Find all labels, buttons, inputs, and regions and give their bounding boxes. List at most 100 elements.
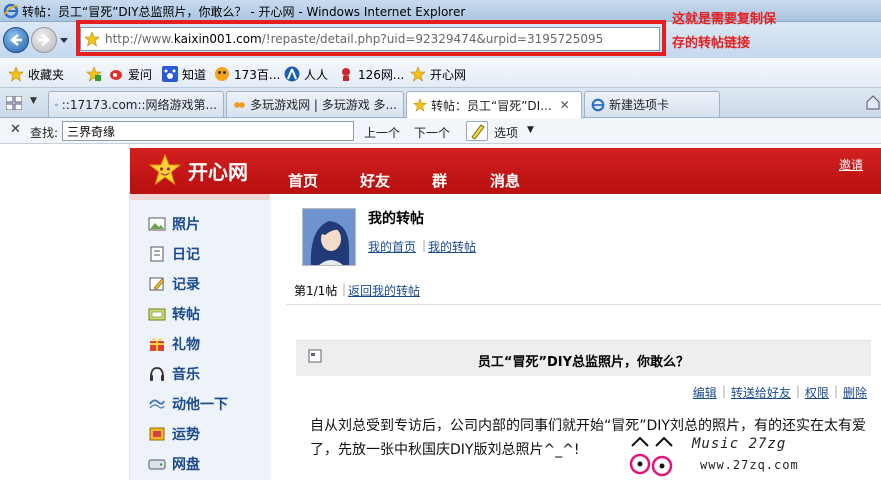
- poke-icon: [149, 399, 165, 409]
- favorite-link-173[interactable]: 173百...: [214, 65, 280, 83]
- action-separator: |: [833, 384, 838, 398]
- star-icon: [8, 66, 24, 82]
- avatar[interactable]: [302, 208, 356, 266]
- my-reposts-link[interactable]: 我的转帖: [428, 238, 476, 255]
- tab-bar: ▼ ::17173.com::网络游戏第... 多玩游戏网 | 多玩游戏 多..…: [0, 88, 881, 118]
- arrow-left-icon: [10, 34, 22, 46]
- favorite-link-renren[interactable]: 人人: [284, 65, 328, 83]
- sidebar-item-photos[interactable]: 照片: [148, 214, 200, 234]
- edit-link[interactable]: 编辑: [693, 384, 717, 401]
- delete-link[interactable]: 删除: [843, 384, 867, 401]
- site-logo[interactable]: 开心网: [148, 154, 248, 186]
- sidebar-item-fortune[interactable]: 运势: [148, 424, 200, 444]
- post-actions: 编辑 | 转送给好友 | 权限 | 删除: [693, 384, 867, 401]
- favorite-link-126[interactable]: 126网...: [338, 65, 404, 83]
- diary-icon: [150, 246, 164, 262]
- close-tab-icon[interactable]: ✕: [560, 98, 570, 112]
- find-options-button[interactable]: 选项: [494, 124, 518, 141]
- pencil-icon: [149, 277, 165, 291]
- home-icon[interactable]: [866, 94, 880, 110]
- find-next-button[interactable]: 下一个: [414, 124, 450, 141]
- site-nav-home[interactable]: 首页: [288, 170, 318, 191]
- close-find-icon[interactable]: ✕: [10, 122, 21, 137]
- send-to-friend-link[interactable]: 转送给好友: [731, 384, 791, 401]
- find-previous-button[interactable]: 上一个: [364, 124, 400, 141]
- add-favorite-button[interactable]: [86, 65, 102, 83]
- gift-icon: [150, 338, 164, 351]
- page-left-margin: [0, 144, 130, 480]
- disk-icon: [148, 459, 166, 470]
- my-home-link[interactable]: 我的首页: [368, 238, 416, 255]
- duowan-icon: [234, 101, 245, 108]
- find-label: 查找:: [30, 126, 59, 140]
- action-separator: |: [721, 384, 726, 398]
- address-bar[interactable]: http://www.kaixin001.com/!repaste/detail…: [80, 27, 660, 51]
- recent-pages-dropdown-icon[interactable]: [60, 36, 68, 44]
- permission-link[interactable]: 权限: [805, 384, 829, 401]
- tab-list-dropdown-icon[interactable]: ▼: [30, 96, 44, 110]
- paw-icon: [162, 66, 178, 82]
- favorite-link-kaixin[interactable]: 开心网: [410, 65, 466, 83]
- tab-17173[interactable]: ::17173.com::网络游戏第...: [48, 91, 224, 117]
- anime-avatar-image: [303, 209, 355, 265]
- link-separator: |: [342, 282, 347, 296]
- forward-button[interactable]: [31, 27, 57, 53]
- link-separator: |: [422, 238, 427, 252]
- sidebar-item-poke[interactable]: 动他一下: [148, 394, 228, 414]
- sidebar: 照片 日记 记录 转帖 礼物 音乐 动他一下 运势 网盘: [130, 200, 270, 480]
- kaixin-star-icon: [148, 154, 182, 186]
- tab-kaixin-repost[interactable]: 转帖：员工“冒死”DI... ✕: [406, 91, 582, 118]
- sidebar-item-reposts[interactable]: 转帖: [148, 304, 200, 324]
- site-nav-groups[interactable]: 群: [432, 170, 447, 191]
- back-button[interactable]: [3, 27, 29, 53]
- post-title: 员工“冒死”DIY总监照片，你敢么？: [477, 355, 690, 370]
- renren-icon: [284, 66, 300, 82]
- page-content: 开心网 首页 好友 群 消息 邀请 照片 日记 记录 转帖 礼物 音乐 动他一下…: [0, 144, 881, 480]
- pencil-icon[interactable]: [466, 121, 488, 141]
- back-to-reposts-link[interactable]: 返回我的转帖: [348, 282, 420, 299]
- action-separator: |: [795, 384, 800, 398]
- find-bar: ✕ 查找: 上一个 下一个 选项 ▼: [0, 118, 881, 144]
- add-favorite-icon: [86, 66, 102, 82]
- favorite-link-zhidao[interactable]: 知道: [162, 65, 206, 83]
- tab-duowan[interactable]: 多玩游戏网 | 多玩游戏 多...: [226, 91, 404, 117]
- site-nav-messages[interactable]: 消息: [490, 170, 520, 191]
- post-count: 第1/1帖: [294, 284, 338, 298]
- ie-page-icon: [591, 98, 605, 111]
- tab-new[interactable]: 新建选项卡: [584, 91, 720, 117]
- site-nav-friends[interactable]: 好友: [360, 170, 390, 191]
- site-header: 开心网 首页 好友 群 消息 邀请: [130, 148, 881, 194]
- watermark-url: www.27zq.com: [700, 458, 799, 472]
- quick-tabs-icon[interactable]: [6, 96, 22, 110]
- favicon-star-icon: [84, 31, 100, 47]
- arrow-right-icon: [38, 34, 50, 46]
- invite-link[interactable]: 邀请: [839, 156, 863, 173]
- page-title: 我的转帖: [368, 211, 424, 227]
- weibo-icon: [110, 70, 122, 80]
- favorites-button[interactable]: 收藏夹: [8, 65, 64, 83]
- fortune-icon: [149, 427, 165, 441]
- ie-page-icon: [55, 103, 58, 106]
- star-icon: [410, 66, 426, 82]
- favorite-link-aiwen[interactable]: 爱问: [108, 65, 152, 83]
- annotation-text: 这就是需要复制保 存的转帖链接: [672, 12, 777, 51]
- address-url[interactable]: http://www.kaixin001.com/!repaste/detail…: [105, 32, 603, 46]
- sidebar-item-music[interactable]: 音乐: [148, 364, 200, 384]
- watermark-text: Music 27zg: [692, 436, 787, 452]
- chevron-down-icon[interactable]: ▼: [527, 125, 534, 135]
- mail-icon: [342, 68, 350, 81]
- sidebar-item-netdisk[interactable]: 网盘: [148, 454, 200, 474]
- sidebar-item-gifts[interactable]: 礼物: [148, 334, 200, 354]
- find-input[interactable]: [62, 121, 354, 141]
- sidebar-item-records[interactable]: 记录: [148, 274, 200, 294]
- star-icon: [413, 98, 427, 112]
- window-title: 转帖：员工“冒死”DIY总监照片，你敢么？ - 开心网 - Windows In…: [22, 5, 466, 19]
- headphones-icon: [150, 367, 164, 381]
- repost-icon: [148, 308, 166, 321]
- post-header: 员工“冒死”DIY总监照片，你敢么？: [296, 340, 871, 376]
- smiley-icon: [215, 67, 229, 81]
- sidebar-item-diary[interactable]: 日记: [148, 244, 200, 264]
- divider: [286, 304, 881, 305]
- photo-icon: [148, 217, 166, 231]
- favorites-bar: 收藏夹 爱问 知道 173百... 人人 126网... 开心网: [0, 58, 881, 88]
